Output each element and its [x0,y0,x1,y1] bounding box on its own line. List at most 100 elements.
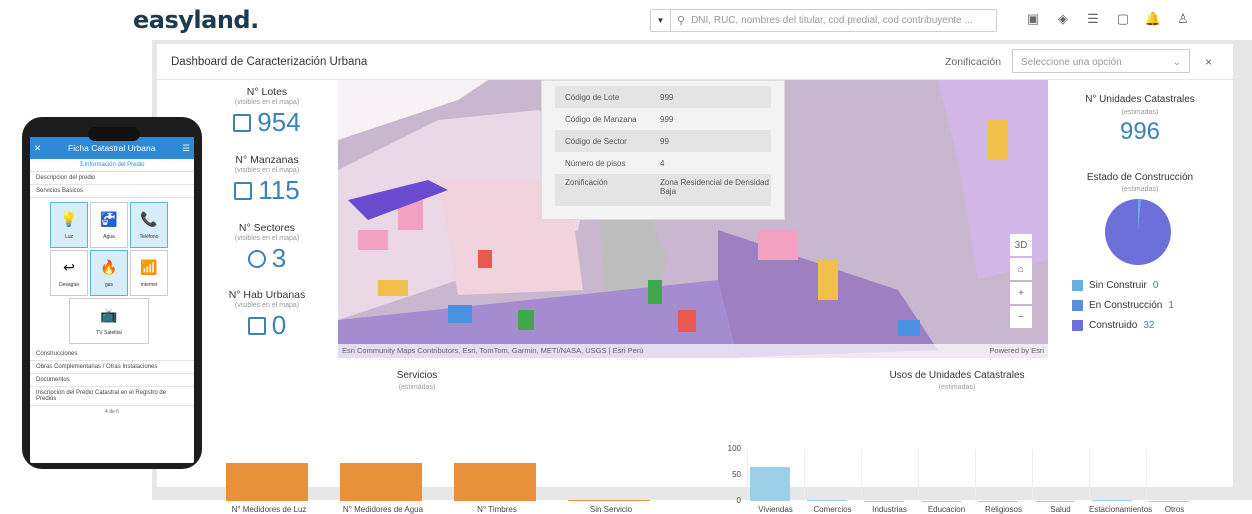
service-icon: 📺 [100,306,118,323]
service-label: gas [104,281,114,288]
bell-icon[interactable]: 🔔 [1145,11,1161,27]
search-type-dropdown[interactable]: ▼ [651,10,671,31]
list-icon[interactable]: ☰ [1085,11,1101,27]
phone-row[interactable]: Inscripción del Predio Catastral en el R… [30,387,194,406]
phone-screen: ✕ Ficha Catastral Urbana ☰ 3.Información… [30,137,194,463]
phone-row[interactable]: Documentos [30,374,194,387]
chart-bar[interactable] [807,499,847,501]
popup-row: Código de Manzana 999 [555,108,771,130]
chart-bar[interactable] [978,501,1018,502]
service-cell[interactable]: 📞 Teléfono [130,202,168,248]
legend-label: Sin Construir [1089,280,1147,291]
chart-bar[interactable] [568,500,650,502]
y-tick-label: 50 [732,470,741,479]
popup-value: 999 [660,114,674,124]
zonificacion-select[interactable]: Seleccione una opción ⌄ [1012,49,1190,73]
service-cell[interactable]: ↩ Desagüe [50,250,88,296]
service-cell[interactable]: 💡 Luz [50,202,88,248]
popup-value: 4 [660,158,665,168]
grid-line [747,449,748,501]
chart-bar[interactable] [340,463,422,501]
map-controls: 3D ⌂ + − [1010,234,1034,330]
x-tick-label: N° Medidores de Agua [342,505,424,514]
popup-row: Código de Lote 999 [555,86,771,108]
legend-item: Sin Construir 0 [1072,280,1158,291]
close-icon[interactable]: ✕ [34,143,41,154]
phone-row[interactable]: Descripcion del predio [30,172,194,185]
chart-bar[interactable] [864,501,904,502]
service-label: Agua [103,233,115,240]
x-tick-label: Viviendas [758,505,793,514]
x-tick-label: N° Timbres [477,505,517,514]
stat-value: 3 [271,243,287,273]
legend-value: 0 [1152,280,1159,291]
legend-label: Construido [1089,320,1138,331]
search-input[interactable]: DNI, RUC, nombres del titular, cod predi… [691,15,973,26]
service-label: TV Satelital [96,329,122,336]
chart-bar[interactable] [921,501,961,502]
service-cell[interactable]: 🔥 gas [90,250,128,296]
top-bar: easyland. ▼ ⚲ DNI, RUC, nombres del titu… [0,0,1252,40]
grid-line [861,449,862,501]
stat-sectores: N° Sectores (visibles en el mapa) 3 [197,222,337,274]
layers-icon[interactable]: ◈ [1055,11,1071,27]
popup-row: Zonificación Zona Residencial de Densidad… [555,174,771,206]
chart-bar[interactable] [226,463,308,501]
legend-item: En Construcción 1 [1072,300,1174,311]
phone-row[interactable]: Obras Complementarias / Otras Instalacio… [30,361,194,374]
chart-bar[interactable] [1035,501,1075,502]
chart-bar[interactable] [454,463,536,501]
popup-key: Número de pisos [565,158,626,168]
phone-pagination: 4 de 6 [105,409,119,415]
map-3d-button[interactable]: 3D [1010,234,1032,256]
close-icon[interactable]: × [1205,55,1212,69]
user-icon[interactable]: ♙ [1175,11,1191,27]
dashboard: Dashboard de Caracterización Urbana Zoni… [157,44,1233,514]
chat-icon[interactable]: ▢ [1115,11,1131,27]
stat-sub: (visibles en el mapa) [234,99,300,106]
menu-icon[interactable]: ☰ [182,143,190,154]
x-tick-label: Industrias [872,505,907,514]
service-label: Internet [140,281,158,288]
chart-bar[interactable] [750,466,790,501]
chart-bar[interactable] [1149,501,1189,502]
x-tick-label: Salud [1050,505,1071,514]
stat-title: N° Lotes [246,86,288,98]
legend-value: 1 [1168,300,1174,311]
chart-bar[interactable] [1092,500,1132,502]
estado-title: Estado de Construcción [1086,172,1194,183]
estado-pie-chart[interactable] [1105,199,1171,265]
home-icon[interactable]: ⌂ [1010,258,1032,280]
popup-key: Zonificación [565,178,608,187]
grid-line [975,449,976,501]
popup-row: Número de pisos 4 [555,152,771,174]
stat-hab-urbanas: N° Hab Urbanas (visibles en el mapa) 0 [197,289,337,341]
zonificacion-placeholder: Seleccione una opción [1021,57,1122,68]
app-logo[interactable]: easyland. [133,6,259,34]
estado-sub: (estimadas) [1121,186,1159,193]
x-tick-label: Educacion [927,505,966,514]
legend-label: En Construcción [1089,300,1163,311]
search-bar[interactable]: ▼ ⚲ DNI, RUC, nombres del titular, cod p… [650,9,997,32]
service-icon: 💡 [60,210,78,227]
phone-notch [88,127,140,141]
save-icon[interactable]: ▣ [1025,11,1041,27]
usos-sub: (estimadas) [938,384,976,391]
phone-row[interactable]: Construcciones [30,348,194,361]
zoom-in-button[interactable]: + [1010,282,1032,304]
hab-urbanas-icon [247,316,266,335]
popup-row: Código de Sector 99 [555,130,771,152]
phone-title: Ficha Catastral Urbana [68,143,156,153]
stat-sub: (visibles en el mapa) [234,167,300,174]
legend-swatch [1072,300,1083,311]
phone-row[interactable]: Servicios Básicos [30,185,194,198]
popup-key: Código de Lote [565,92,620,102]
service-cell[interactable]: 🚰 Agua [90,202,128,248]
service-cell[interactable]: 📺 TV Satelital [69,298,149,344]
zoom-out-button[interactable]: − [1010,306,1032,328]
powered-by[interactable]: Powered by Esri [989,346,1044,356]
grid-line [804,449,805,501]
bottom-charts: Servicios (estimadas) Usos de Unidades C… [157,358,1233,514]
service-cell[interactable]: 📶 Internet [130,250,168,296]
service-icon: 🚰 [100,210,118,227]
